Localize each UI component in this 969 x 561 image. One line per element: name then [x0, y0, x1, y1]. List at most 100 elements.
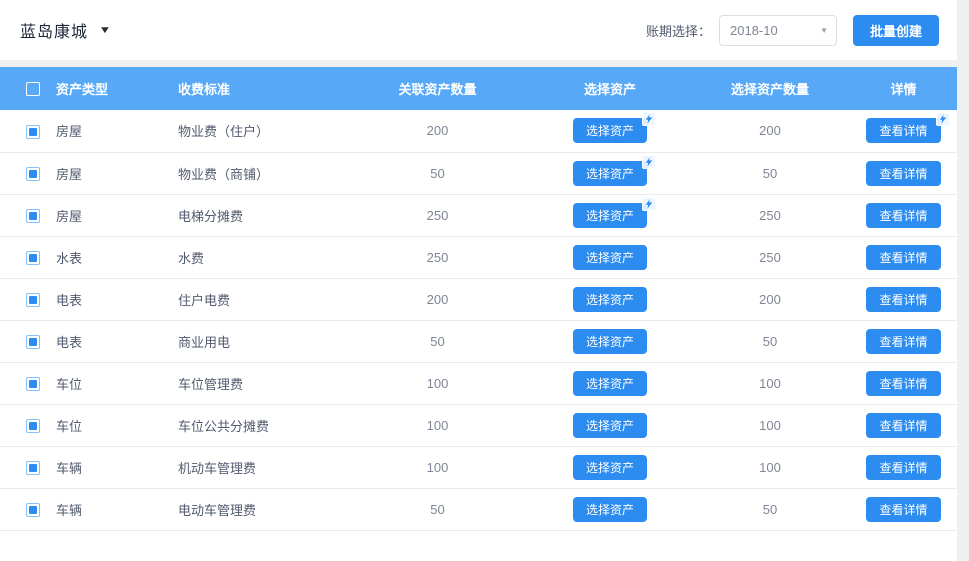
header-linked-count: 关联资产数量	[345, 67, 530, 110]
row-checkbox[interactable]	[26, 419, 40, 433]
checkbox-checked-mark	[29, 422, 37, 430]
row-checkbox[interactable]	[26, 461, 40, 475]
lightning-cursor-artifact-icon	[936, 112, 950, 126]
select-asset-button[interactable]: 选择资产	[573, 371, 647, 396]
batch-create-button[interactable]: 批量创建	[853, 15, 939, 46]
chevron-down-icon[interactable]: ▼	[99, 25, 112, 36]
period-select[interactable]: 2018-10 ▼	[719, 15, 837, 46]
header-asset-type: 资产类型	[56, 67, 178, 110]
table-row: 车位 车位公共分摊费 100 选择资产 100 查看详情	[0, 404, 957, 446]
view-detail-button[interactable]: 查看详情	[866, 413, 940, 438]
view-detail-button[interactable]: 查看详情	[866, 455, 940, 480]
select-asset-button[interactable]: 选择资产	[573, 118, 647, 143]
fee-standard-cell: 水费	[178, 236, 345, 278]
select-asset-button[interactable]: 选择资产	[573, 455, 647, 480]
view-detail-button[interactable]: 查看详情	[866, 329, 940, 354]
view-detail-button[interactable]: 查看详情	[866, 287, 940, 312]
fee-standard-cell: 电动车管理费	[178, 488, 345, 530]
selected-count-cell: 50	[690, 152, 850, 194]
asset-type-cell: 车位	[56, 362, 178, 404]
checkbox-checked-mark	[29, 380, 37, 388]
row-checkbox[interactable]	[26, 335, 40, 349]
row-checkbox[interactable]	[26, 503, 40, 517]
period-select-value: 2018-10	[730, 23, 778, 38]
table-row: 电表 住户电费 200 选择资产 200 查看详情	[0, 278, 957, 320]
lightning-cursor-artifact-icon	[642, 197, 656, 211]
topbar-right: 账期选择： 2018-10 ▼ 批量创建	[646, 15, 939, 46]
checkbox-checked-mark	[29, 338, 37, 346]
community-selector[interactable]: 蓝岛康城 ▼	[20, 18, 110, 42]
fee-standard-cell: 车位管理费	[178, 362, 345, 404]
table-row: 车辆 电动车管理费 50 选择资产 50 查看详情	[0, 488, 957, 530]
lightning-cursor-artifact-icon	[642, 112, 656, 126]
row-checkbox[interactable]	[26, 167, 40, 181]
header-fee-standard: 收费标准	[178, 67, 345, 110]
asset-type-cell: 车辆	[56, 446, 178, 488]
asset-type-cell: 车辆	[56, 488, 178, 530]
header-selected-count: 选择资产数量	[690, 67, 850, 110]
table-row: 电表 商业用电 50 选择资产 50 查看详情	[0, 320, 957, 362]
table-header-row: 资产类型 收费标准 关联资产数量 选择资产 选择资产数量 详情	[0, 67, 957, 110]
header-detail: 详情	[850, 67, 957, 110]
fee-standard-cell: 车位公共分摊费	[178, 404, 345, 446]
table-row: 车位 车位管理费 100 选择资产 100 查看详情	[0, 362, 957, 404]
fee-standard-cell: 电梯分摊费	[178, 194, 345, 236]
selected-count-cell: 250	[690, 194, 850, 236]
selected-count-cell: 50	[690, 488, 850, 530]
linked-count-cell: 50	[345, 152, 530, 194]
page: 蓝岛康城 ▼ 账期选择： 2018-10 ▼ 批量创建	[0, 0, 969, 561]
selected-count-cell: 100	[690, 446, 850, 488]
view-detail-button[interactable]: 查看详情	[866, 245, 940, 270]
checkbox-checked-mark	[29, 464, 37, 472]
linked-count-cell: 250	[345, 236, 530, 278]
asset-type-cell: 电表	[56, 278, 178, 320]
selected-count-cell: 200	[690, 278, 850, 320]
select-asset-button[interactable]: 选择资产	[573, 413, 647, 438]
fee-standard-cell: 机动车管理费	[178, 446, 345, 488]
linked-count-cell: 200	[345, 110, 530, 152]
row-checkbox[interactable]	[26, 251, 40, 265]
header-select-asset: 选择资产	[530, 67, 690, 110]
checkbox-checked-mark	[29, 170, 37, 178]
asset-type-cell: 房屋	[56, 194, 178, 236]
selected-count-cell: 50	[690, 320, 850, 362]
view-detail-button[interactable]: 查看详情	[866, 118, 940, 143]
lightning-cursor-artifact-icon	[642, 155, 656, 169]
linked-count-cell: 200	[345, 278, 530, 320]
select-caret-icon: ▼	[820, 26, 828, 35]
table-row: 房屋 物业费（商铺） 50 选择资产 50 查看详情	[0, 152, 957, 194]
linked-count-cell: 100	[345, 362, 530, 404]
select-all-checkbox[interactable]	[26, 82, 40, 96]
selected-count-cell: 100	[690, 404, 850, 446]
select-asset-button[interactable]: 选择资产	[573, 161, 647, 186]
checkbox-checked-mark	[29, 254, 37, 262]
view-detail-button[interactable]: 查看详情	[866, 497, 940, 522]
view-detail-button[interactable]: 查看详情	[866, 203, 940, 228]
linked-count-cell: 100	[345, 404, 530, 446]
view-detail-button[interactable]: 查看详情	[866, 371, 940, 396]
asset-type-cell: 车位	[56, 404, 178, 446]
table-row: 房屋 物业费（住户） 200 选择资产 200 查看详情	[0, 110, 957, 152]
select-asset-button[interactable]: 选择资产	[573, 287, 647, 312]
period-label: 账期选择：	[646, 21, 711, 40]
community-name[interactable]: 蓝岛康城	[20, 18, 88, 42]
checkbox-checked-mark	[29, 212, 37, 220]
linked-count-cell: 50	[345, 488, 530, 530]
row-checkbox[interactable]	[26, 377, 40, 391]
row-checkbox[interactable]	[26, 209, 40, 223]
table-card: 资产类型 收费标准 关联资产数量 选择资产 选择资产数量 详情 房屋 物业费（住…	[0, 67, 957, 561]
linked-count-cell: 50	[345, 320, 530, 362]
fee-standard-cell: 物业费（商铺）	[178, 152, 345, 194]
select-asset-button[interactable]: 选择资产	[573, 203, 647, 228]
row-checkbox[interactable]	[26, 125, 40, 139]
assets-table: 资产类型 收费标准 关联资产数量 选择资产 选择资产数量 详情 房屋 物业费（住…	[0, 67, 957, 531]
table-row: 水表 水费 250 选择资产 250 查看详情	[0, 236, 957, 278]
asset-type-cell: 房屋	[56, 152, 178, 194]
asset-type-cell: 水表	[56, 236, 178, 278]
select-asset-button[interactable]: 选择资产	[573, 329, 647, 354]
row-checkbox[interactable]	[26, 293, 40, 307]
checkbox-checked-mark	[29, 128, 37, 136]
select-asset-button[interactable]: 选择资产	[573, 497, 647, 522]
select-asset-button[interactable]: 选择资产	[573, 245, 647, 270]
view-detail-button[interactable]: 查看详情	[866, 161, 940, 186]
